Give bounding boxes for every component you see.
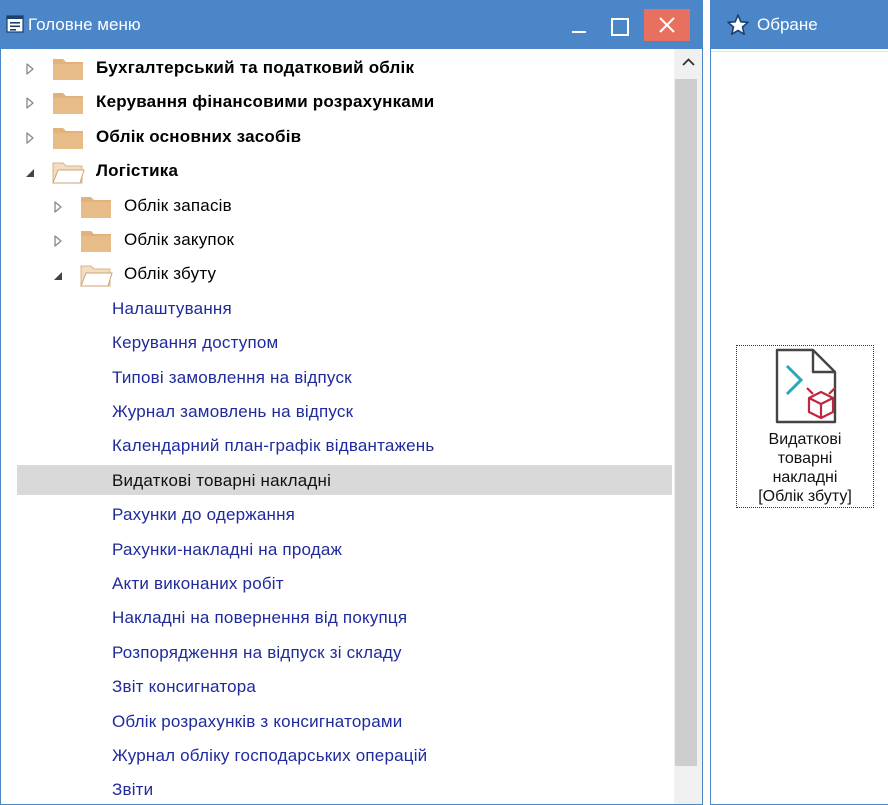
folder-icon [79, 194, 113, 225]
tree-node[interactable]: Логістика [17, 155, 672, 185]
tile-label-line: [Облік збуту] [758, 488, 852, 505]
folder-icon [51, 125, 85, 156]
collapsed-arrow-icon[interactable] [25, 96, 35, 114]
folder-icon [79, 228, 113, 259]
menu-item[interactable]: Акти виконаних робіт [17, 568, 672, 598]
folder-icon [51, 56, 85, 87]
folder-open-icon [51, 159, 85, 190]
tree-item-label: Керування фінансовими розрахунками [96, 92, 435, 112]
folder-icon [51, 90, 85, 121]
tree-item-label: Керування доступом [112, 333, 279, 353]
chevron-up-icon [682, 58, 695, 66]
vertical-scrollbar[interactable] [674, 49, 702, 804]
tree-item-label: Рахунки до одержання [112, 505, 296, 525]
tree-item-label: Облік основних засобів [96, 126, 302, 146]
tree-item-label: Облік запасів [124, 195, 232, 215]
menu-item[interactable]: Керування доступом [17, 327, 672, 357]
scrollbar-thumb[interactable] [675, 79, 697, 766]
menu-item[interactable]: Журнал обліку господарських операцій [17, 740, 672, 770]
document-box-icon [773, 348, 843, 431]
maximize-button[interactable] [596, 9, 642, 41]
tree-node[interactable]: Облік основних засобів [17, 121, 672, 151]
tree-item-label: Звіт консигнатора [112, 677, 257, 697]
expanded-arrow-icon[interactable] [25, 165, 35, 183]
tile-label-line: накладні [772, 469, 838, 486]
star-icon [726, 13, 750, 42]
menu-item[interactable]: Звіт консигнатора [17, 671, 672, 701]
main-menu-title: Головне меню [28, 15, 141, 34]
favorite-tile-label: Видаткові товарні накладні [Облік збуту] [737, 430, 873, 506]
tree-node[interactable]: Облік запасів [17, 190, 672, 220]
main-menu-tree: Бухгалтерський та податковий облік Керува… [1, 49, 674, 804]
folder-open-icon [79, 262, 113, 293]
tree-item-label: Звіти [112, 780, 154, 800]
menu-item[interactable]: Рахунки-накладні на продаж [17, 534, 672, 564]
close-button[interactable] [644, 9, 690, 41]
favorites-window: Обране Видаткові товарні накладні [Облік… [710, 0, 888, 805]
menu-item[interactable]: Рахунки до одержання [17, 499, 672, 529]
tree-item-label: Облік закупок [124, 230, 235, 249]
tree-node[interactable]: Керування фінансовими розрахунками [17, 86, 672, 116]
menu-item[interactable]: Звіти [17, 774, 672, 804]
tree-item-label: Бухгалтерський та податковий облік [96, 58, 415, 77]
tree-item-label: Накладні на повернення від покупця [112, 608, 408, 628]
tree-item-label: Акти виконаних робіт [112, 574, 284, 593]
tree-item-label: Рахунки-накладні на продаж [112, 539, 343, 559]
collapsed-arrow-icon[interactable] [25, 131, 35, 149]
tree-item-label: Журнал замовлень на відпуск [112, 402, 354, 421]
main-menu-window: Головне меню Бухгалтерський та податкови… [0, 0, 703, 805]
menu-item[interactable]: Видаткові товарні накладні [17, 464, 672, 495]
tree-item-label: Календарний план-графік відвантажень [112, 436, 435, 456]
tree-item-label: Видаткові товарні накладні [112, 470, 332, 490]
tree-item-label: Розпорядження на відпуск зі складу [112, 642, 402, 662]
tile-label-line: товарні [777, 450, 833, 467]
tree-item-label: Логістика [96, 161, 179, 181]
menu-window-icon [6, 15, 24, 38]
collapsed-arrow-icon[interactable] [53, 200, 63, 218]
favorites-title: Обране [757, 15, 818, 34]
menu-item[interactable]: Типові замовлення на відпуск [17, 362, 672, 392]
menu-item[interactable]: Журнал замовлень на відпуск [17, 396, 672, 426]
tree-item-label: Налаштування [112, 298, 232, 318]
menu-item[interactable]: Накладні на повернення від покупця [17, 602, 672, 632]
favorites-titlebar[interactable]: Обране [711, 1, 888, 49]
close-icon [659, 17, 675, 33]
tree-item-label: Облік розрахунків з консигнаторами [112, 711, 403, 731]
main-menu-titlebar[interactable]: Головне меню [1, 1, 702, 49]
tree-node[interactable]: Облік збуту [17, 258, 672, 288]
expanded-arrow-icon[interactable] [53, 268, 63, 286]
tree-item-label: Типові замовлення на відпуск [112, 367, 352, 387]
tree-item-label: Облік збуту [124, 264, 217, 284]
tile-label-line: Видаткові [768, 431, 842, 448]
scroll-up-button[interactable] [680, 55, 697, 69]
menu-item[interactable]: Облік розрахунків з консигнаторами [17, 706, 672, 736]
collapsed-arrow-icon[interactable] [25, 62, 35, 80]
tree-node[interactable]: Бухгалтерський та податковий облік [17, 52, 672, 82]
menu-item[interactable]: Налаштування [17, 293, 672, 323]
tree-item-label: Журнал обліку господарських операцій [112, 746, 428, 765]
menu-item[interactable]: Календарний план-графік відвантажень [17, 430, 672, 460]
menu-item[interactable]: Розпорядження на відпуск зі складу [17, 637, 672, 667]
collapsed-arrow-icon[interactable] [53, 234, 63, 252]
tree-node[interactable]: Облік закупок [17, 224, 672, 254]
favorite-tile-sales-invoices[interactable]: Видаткові товарні накладні [Облік збуту] [736, 345, 874, 508]
favorites-divider [711, 51, 888, 52]
